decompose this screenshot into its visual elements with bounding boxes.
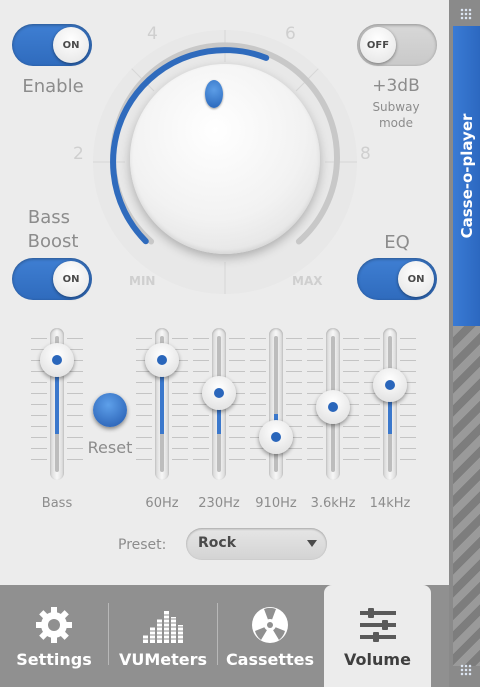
main-panel: ON Enable OFF +3dB Subway mode Bass Boos…: [0, 0, 449, 687]
toggle-knob: OFF: [360, 27, 396, 63]
scale-label-6: 6: [285, 24, 296, 44]
rail-grip-bottom: [460, 664, 472, 676]
scale-label-4: 4: [147, 24, 158, 44]
eq-label: EQ: [384, 232, 410, 253]
tab-vumeters[interactable]: VUMeters: [109, 585, 217, 687]
tab-cassettes[interactable]: Cassettes: [216, 585, 324, 687]
cassette-reel-icon: [252, 607, 288, 643]
volume-knob[interactable]: 2 4 6 8 MIN MAX: [73, 22, 371, 302]
chevron-down-icon: [307, 540, 317, 547]
bass-boost-toggle[interactable]: ON: [12, 258, 92, 300]
equalizer-sliders-icon: [359, 608, 396, 642]
reset-label: Reset: [87, 438, 133, 457]
eq-slider-60hz[interactable]: [136, 328, 188, 480]
tab-label: Settings: [16, 650, 92, 669]
eq-slider-3-6khz[interactable]: [307, 328, 359, 480]
enable-toggle[interactable]: ON: [12, 24, 92, 66]
volume-knob-face[interactable]: [130, 64, 320, 254]
tab-label: VUMeters: [118, 650, 208, 669]
subway-mode-toggle[interactable]: OFF: [357, 24, 437, 66]
eq-slider-230hz[interactable]: [193, 328, 245, 480]
slider-thumb[interactable]: [259, 419, 293, 454]
slider-thumb[interactable]: [373, 367, 407, 402]
tab-volume[interactable]: Volume: [324, 585, 431, 687]
tab-settings[interactable]: Settings: [0, 585, 108, 687]
slider-thumb[interactable]: [316, 389, 350, 424]
scale-label-8: 8: [360, 144, 371, 164]
eq-slider-14khz[interactable]: [364, 328, 416, 480]
volume-knob-indicator: [205, 80, 223, 108]
rail-grip-top: [460, 8, 472, 20]
eq-toggle[interactable]: ON: [357, 258, 437, 300]
eq-slider-910hz[interactable]: [250, 328, 302, 480]
bass-slider[interactable]: [31, 328, 83, 480]
slider-thumb[interactable]: [202, 376, 236, 411]
bass-slider-label: Bass: [41, 496, 73, 511]
scale-label-2: 2: [73, 144, 84, 164]
toggle-knob: ON: [53, 261, 89, 297]
rail-stripes: [453, 326, 480, 666]
gear-icon: [36, 607, 72, 643]
bass-boost-label-1: Bass: [27, 207, 71, 228]
preset-label: Preset:: [118, 537, 167, 553]
preset-value: Rock: [198, 535, 237, 551]
app-title-text: Casse-o-player: [457, 113, 476, 239]
reset-button[interactable]: [93, 393, 127, 427]
toggle-knob: ON: [53, 27, 89, 63]
max-label: MAX: [292, 274, 323, 288]
app-title: Casse-o-player: [453, 26, 480, 326]
vu-meter-icon: [141, 611, 185, 643]
preset-dropdown[interactable]: Rock: [186, 528, 327, 560]
band-label-14khz: 14kHz: [369, 496, 411, 511]
min-label: MIN: [129, 274, 156, 288]
tab-label: Volume: [344, 650, 411, 669]
bottom-tab-bar: Settings VUMeters Cassettes Volume: [0, 585, 449, 687]
tab-label: Cassettes: [225, 650, 315, 669]
toggle-knob: ON: [398, 261, 434, 297]
